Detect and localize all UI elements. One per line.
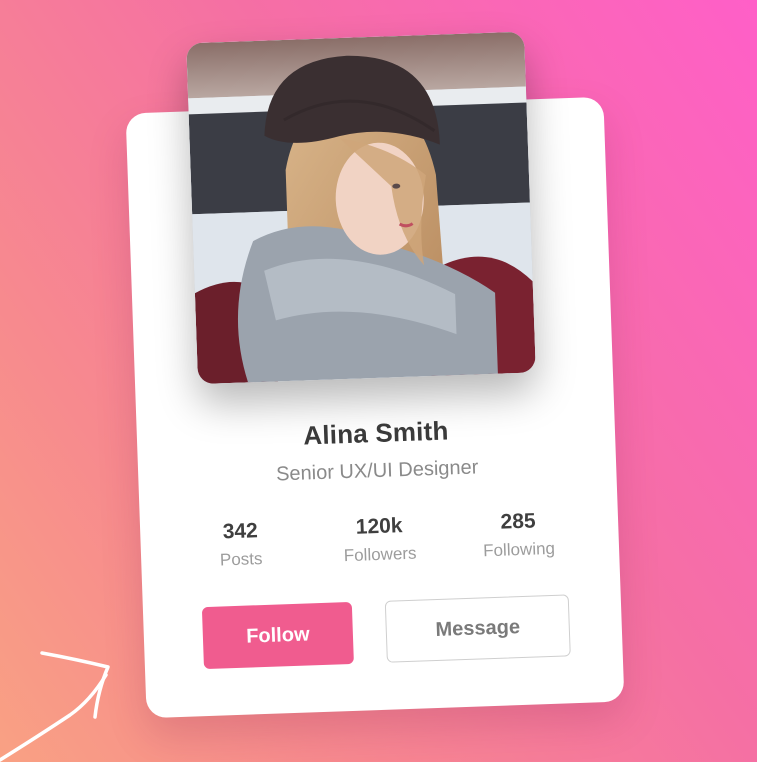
profile-card-showcase: Alina Smith Senior UX/UI Designer 342 Po…	[0, 0, 757, 762]
profile-name: Alina Smith	[302, 415, 449, 451]
profile-role: Senior UX/UI Designer	[275, 456, 479, 486]
stat-label: Followers	[343, 543, 417, 566]
stat-label: Following	[482, 538, 556, 561]
follow-button[interactable]: Follow	[201, 601, 354, 670]
hand-drawn-arrow-icon	[0, 651, 110, 762]
stat-following[interactable]: 285 Following	[458, 508, 580, 562]
action-buttons: Follow Message	[201, 594, 574, 671]
stat-followers[interactable]: 120k Followers	[319, 513, 441, 567]
profile-photo-image	[186, 31, 536, 385]
stat-value: 285	[500, 509, 536, 534]
profile-photo	[186, 31, 536, 385]
stat-label: Posts	[219, 549, 263, 570]
profile-card: Alina Smith Senior UX/UI Designer 342 Po…	[125, 31, 625, 719]
stats-row: 342 Posts 120k Followers 285 Following	[180, 508, 580, 572]
stat-posts[interactable]: 342 Posts	[180, 518, 302, 572]
message-button[interactable]: Message	[384, 594, 571, 663]
stat-value: 120k	[355, 514, 403, 539]
stat-value: 342	[222, 519, 259, 544]
